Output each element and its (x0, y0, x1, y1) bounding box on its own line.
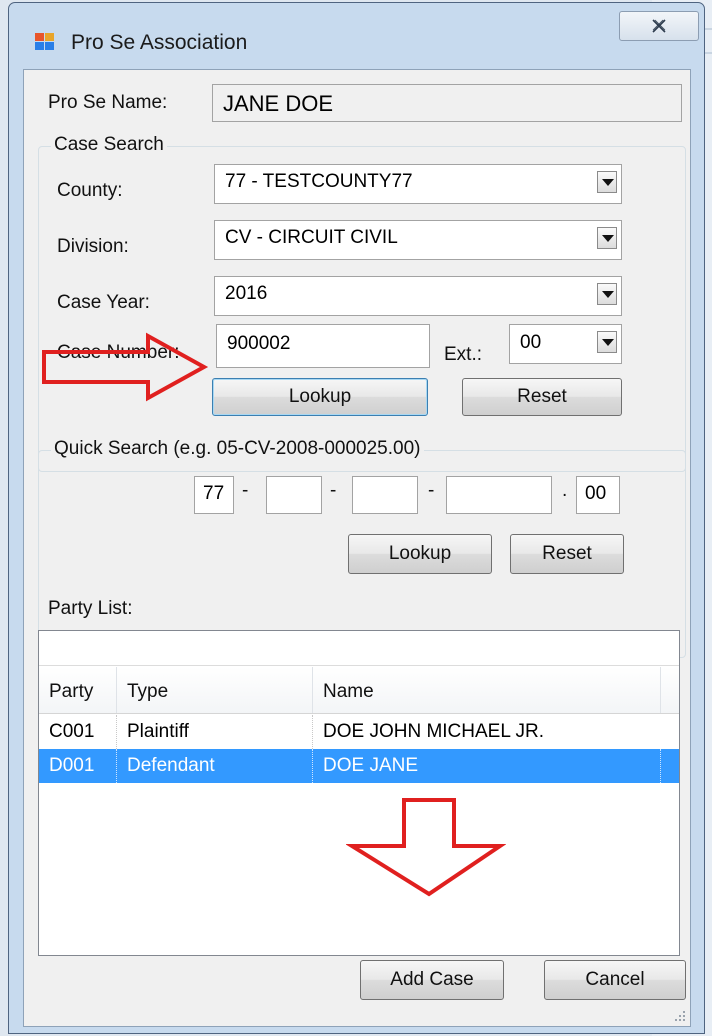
party-filter-field[interactable] (39, 631, 679, 666)
quick-division-field[interactable] (266, 476, 322, 514)
county-value: 77 - TESTCOUNTY77 (225, 171, 413, 192)
column-header-type[interactable]: Type (117, 667, 313, 713)
chevron-down-icon[interactable] (597, 171, 617, 193)
resize-grip-icon[interactable] (674, 1010, 686, 1022)
quick-lookup-button[interactable]: Lookup (348, 534, 492, 574)
quick-reset-button[interactable]: Reset (510, 534, 624, 574)
ext-select[interactable]: 00 (509, 324, 622, 364)
quick-search-title: Quick Search (e.g. 05-CV-2008-000025.00) (51, 438, 424, 460)
party-row-c001[interactable]: C001 Plaintiff DOE JOHN MICHAEL JR. (39, 715, 679, 749)
app-window-icon (35, 33, 55, 51)
party-row-d001[interactable]: D001 Defendant DOE JANE (39, 749, 679, 783)
division-select[interactable]: CV - CIRCUIT CIVIL (214, 220, 622, 260)
case-year-select[interactable]: 2016 (214, 276, 622, 316)
window-title: Pro Se Association (71, 31, 248, 54)
case-reset-button[interactable]: Reset (462, 378, 622, 416)
party-list-header: Party Type Name (39, 667, 679, 714)
case-number-field[interactable]: 900002 (216, 324, 430, 368)
name-cell: DOE JANE (313, 749, 661, 783)
cancel-button[interactable]: Cancel (544, 960, 686, 1000)
case-year-label: Case Year: (57, 292, 150, 313)
quick-separator-dash: - (330, 480, 337, 501)
quick-county-field[interactable]: 77 (194, 476, 234, 514)
name-cell: DOE JOHN MICHAEL JR. (323, 721, 544, 742)
chevron-down-icon[interactable] (597, 331, 617, 353)
title-bar[interactable]: Pro Se Association (9, 3, 704, 73)
column-header-name[interactable]: Name (313, 667, 661, 713)
pro-se-name-label: Pro Se Name: (48, 92, 168, 113)
case-search-title: Case Search (51, 134, 167, 156)
party-list-label: Party List: (48, 598, 133, 619)
party-cell: C001 (39, 715, 117, 749)
quick-year-field[interactable] (352, 476, 418, 514)
quick-ext-field[interactable]: 00 (576, 476, 620, 514)
party-list-view[interactable]: Party Type Name C001 Plaintiff DOE JOHN … (38, 630, 680, 956)
quick-separator-dash: - (242, 480, 249, 501)
case-year-value: 2016 (225, 283, 268, 304)
chevron-down-icon[interactable] (597, 283, 617, 305)
close-button[interactable] (619, 11, 699, 41)
column-header-party[interactable]: Party (39, 667, 117, 713)
county-select[interactable]: 77 - TESTCOUNTY77 (214, 164, 622, 204)
ext-label: Ext.: (444, 344, 483, 365)
close-icon (651, 17, 667, 37)
case-lookup-button[interactable]: Lookup (212, 378, 428, 416)
ext-value: 00 (520, 332, 542, 353)
pro-se-name-field[interactable]: JANE DOE (212, 84, 682, 122)
county-label: County: (57, 180, 123, 201)
type-cell: Plaintiff (117, 715, 313, 749)
chevron-down-icon[interactable] (597, 227, 617, 249)
type-cell: Defendant (117, 749, 313, 783)
quick-number-field[interactable] (446, 476, 552, 514)
quick-separator-dash: - (428, 480, 435, 501)
annotation-arrow-right-icon (42, 332, 209, 402)
add-case-button[interactable]: Add Case (360, 960, 504, 1000)
annotation-arrow-down-icon (346, 798, 506, 897)
division-value: CV - CIRCUIT CIVIL (225, 227, 398, 248)
quick-separator-dot: . (562, 480, 568, 501)
party-cell: D001 (39, 749, 117, 783)
division-label: Division: (57, 236, 129, 257)
